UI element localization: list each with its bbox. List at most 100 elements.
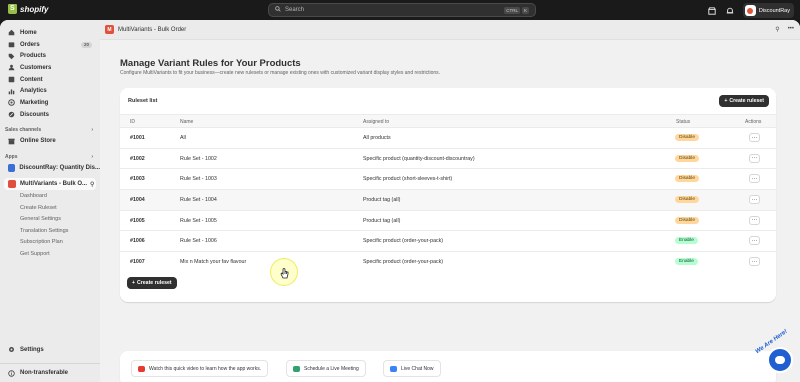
sidebar-item-label: Products bbox=[20, 53, 47, 60]
row-name: Rule Set - 1004 bbox=[180, 197, 217, 204]
multivariants-logo-icon: M bbox=[105, 25, 114, 34]
sidebar-item-products[interactable]: Products bbox=[0, 50, 100, 62]
sidebar-item-label: Home bbox=[20, 29, 37, 36]
discountray-app-icon bbox=[8, 164, 16, 173]
status-badge: Disable bbox=[675, 154, 699, 162]
watch-video-button[interactable]: Watch this quick video to learn how the … bbox=[131, 360, 269, 377]
storefront-icon bbox=[8, 138, 15, 145]
store-icon[interactable] bbox=[707, 6, 717, 16]
sidebar-app-multivariants[interactable]: MultiVariants - Bulk O... ⚲ bbox=[4, 178, 96, 191]
pin-icon[interactable]: ⚲ bbox=[775, 26, 779, 33]
sidebar-sub-general-settings[interactable]: General Settings bbox=[0, 213, 100, 225]
row-id: #1005 bbox=[130, 217, 145, 224]
store-menu-button[interactable]: DiscountRay bbox=[742, 3, 794, 18]
sidebar-item-marketing[interactable]: Marketing bbox=[0, 97, 100, 109]
row-assigned: Product tag (all) bbox=[363, 197, 401, 204]
sidebar-item-content[interactable]: Content bbox=[0, 74, 100, 86]
sidebar-item-label: Analytics bbox=[20, 88, 47, 95]
sidebar-item-discounts[interactable]: Discounts bbox=[0, 109, 100, 121]
sidebar-sub-create-ruleset[interactable]: Create Ruleset bbox=[0, 202, 100, 214]
more-icon[interactable]: ••• bbox=[788, 26, 794, 33]
admin-topbar: shopify Search CTRL K DiscountRay bbox=[0, 0, 800, 20]
non-transferable-notice[interactable]: Non-transferable bbox=[0, 363, 100, 382]
table-row[interactable]: #1003 Rule Set - 1003 Specific product (… bbox=[120, 169, 776, 191]
bell-icon[interactable] bbox=[725, 6, 735, 16]
row-id: #1004 bbox=[130, 197, 145, 204]
row-actions-button[interactable]: ··· bbox=[749, 257, 760, 267]
shopify-logo[interactable]: shopify bbox=[8, 4, 48, 14]
status-badge: Disable bbox=[675, 196, 699, 204]
app-title: MultiVariants - Bulk Order bbox=[118, 26, 187, 33]
search-input[interactable]: Search CTRL K bbox=[268, 3, 536, 17]
info-icon bbox=[8, 369, 15, 377]
chevron-right-icon: › bbox=[91, 153, 93, 160]
row-assigned: Specific product (quantity-discount-disc… bbox=[363, 155, 475, 162]
shopify-bag-icon bbox=[8, 4, 17, 14]
sidebar-item-label: Marketing bbox=[20, 99, 49, 106]
row-actions-button[interactable]: ··· bbox=[749, 215, 760, 225]
chat-icon bbox=[390, 365, 397, 372]
table-row[interactable]: #1004 Rule Set - 1004 Product tag (all) … bbox=[120, 190, 776, 211]
sidebar-sub-dashboard[interactable]: Dashboard bbox=[0, 190, 100, 202]
sidebar-item-label: DiscountRay: Quantity Dis... bbox=[19, 165, 100, 172]
row-assigned: Specific product (order-your-pack) bbox=[363, 238, 444, 245]
shortcut-key-k: K bbox=[521, 7, 529, 14]
row-id: #1007 bbox=[130, 259, 145, 266]
sidebar-sub-get-support[interactable]: Get Support bbox=[0, 248, 100, 260]
button-label: Live Chat Now bbox=[401, 365, 434, 372]
apps-header[interactable]: Apps › bbox=[0, 151, 100, 162]
sidebar: Home Orders 20 Products Customers Conten… bbox=[0, 20, 100, 382]
pin-icon[interactable]: ⚲ bbox=[90, 181, 94, 188]
table-row[interactable]: #1007 Mix n Match your fav flavour Speci… bbox=[120, 252, 776, 273]
sidebar-item-label: Online Store bbox=[20, 138, 56, 145]
sidebar-item-label: Orders bbox=[20, 41, 40, 48]
store-avatar bbox=[744, 5, 756, 16]
column-status: Status bbox=[676, 119, 691, 125]
row-actions-button[interactable]: ··· bbox=[749, 195, 760, 205]
row-actions-button[interactable]: ··· bbox=[749, 174, 760, 184]
row-actions-button[interactable]: ··· bbox=[749, 153, 760, 163]
sidebar-item-label: MultiVariants - Bulk O... bbox=[20, 181, 88, 188]
table-row[interactable]: #1002 Rule Set - 1002 Specific product (… bbox=[120, 149, 776, 170]
ruleset-card: Ruleset list + Create ruleset ID Name As… bbox=[120, 88, 776, 302]
sidebar-item-analytics[interactable]: Analytics bbox=[0, 85, 100, 97]
sidebar-item-home[interactable]: Home bbox=[0, 27, 100, 39]
sidebar-item-online-store[interactable]: Online Store bbox=[0, 136, 100, 148]
home-icon bbox=[8, 29, 15, 36]
store-name: DiscountRay bbox=[758, 7, 790, 14]
schedule-meeting-button[interactable]: Schedule a Live Meeting bbox=[286, 360, 366, 377]
status-badge: Disable bbox=[675, 216, 699, 224]
plus-icon: + bbox=[724, 98, 728, 104]
sidebar-item-label: Content bbox=[20, 76, 43, 83]
page-subtitle: Configure MultiVariants to fit your busi… bbox=[120, 70, 441, 76]
live-chat-button[interactable]: Live Chat Now bbox=[383, 360, 441, 377]
table-row[interactable]: #1005 Rule Set - 1005 Product tag (all) … bbox=[120, 211, 776, 232]
section-label: Apps bbox=[5, 153, 18, 160]
sidebar-item-customers[interactable]: Customers bbox=[0, 62, 100, 74]
column-assigned: Assigned to bbox=[363, 119, 390, 125]
row-id: #1003 bbox=[130, 176, 145, 183]
live-chat-widget[interactable]: We Are Here! bbox=[753, 329, 795, 375]
sales-channels-header[interactable]: Sales channels › bbox=[0, 125, 100, 136]
status-badge: Enable bbox=[675, 258, 698, 266]
gear-icon bbox=[8, 346, 15, 353]
sidebar-item-orders[interactable]: Orders 20 bbox=[0, 39, 100, 51]
sidebar-sub-translation-settings[interactable]: Translation Settings bbox=[0, 225, 100, 237]
table-row[interactable]: #1006 Rule Set - 1006 Specific product (… bbox=[120, 231, 776, 253]
row-assigned: Product tag (all) bbox=[363, 217, 401, 224]
column-id: ID bbox=[130, 119, 135, 125]
ruleset-heading: Ruleset list bbox=[128, 98, 158, 104]
row-actions-button[interactable]: ··· bbox=[749, 236, 760, 246]
row-actions-button[interactable]: ··· bbox=[749, 133, 760, 142]
row-name: Rule Set - 1006 bbox=[180, 238, 217, 245]
sidebar-item-settings[interactable]: Settings bbox=[0, 344, 100, 356]
footer-create-ruleset-button[interactable]: + Create ruleset bbox=[127, 277, 177, 289]
row-name: Rule Set - 1003 bbox=[180, 176, 217, 183]
sidebar-app-discountray[interactable]: DiscountRay: Quantity Dis... bbox=[0, 162, 100, 174]
table-row[interactable]: #1001 All All products Disable ··· bbox=[120, 128, 776, 149]
create-ruleset-button[interactable]: + Create ruleset bbox=[719, 95, 769, 107]
sidebar-sub-subscription-plan[interactable]: Subscription Plan bbox=[0, 237, 100, 249]
row-assigned: Specific product (order-your-pack) bbox=[363, 259, 444, 266]
hand-cursor-icon bbox=[280, 268, 289, 279]
content-icon bbox=[8, 76, 15, 83]
